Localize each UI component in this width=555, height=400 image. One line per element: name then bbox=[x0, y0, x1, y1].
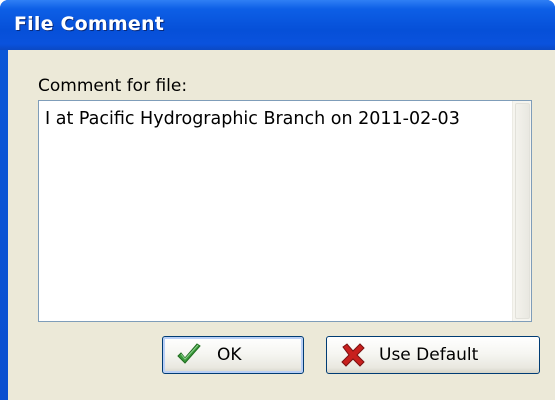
checkmark-icon bbox=[177, 343, 201, 364]
title-bar[interactable]: File Comment bbox=[0, 0, 555, 50]
comment-label: Comment for file: bbox=[38, 76, 188, 96]
ok-button[interactable]: OK bbox=[162, 336, 304, 374]
use-default-button[interactable]: Use Default bbox=[326, 336, 540, 374]
dialog-body: Comment for file: I at Pacific Hydrograp… bbox=[8, 50, 555, 400]
comment-text[interactable]: I at Pacific Hydrographic Branch on 2011… bbox=[45, 109, 507, 129]
ok-button-label: OK bbox=[217, 345, 242, 365]
vertical-scrollbar[interactable] bbox=[512, 101, 531, 321]
window-title: File Comment bbox=[14, 13, 164, 35]
scrollbar-thumb[interactable] bbox=[515, 103, 530, 319]
use-default-button-label: Use Default bbox=[379, 345, 479, 365]
red-x-icon bbox=[341, 343, 365, 367]
file-comment-dialog: File Comment Comment for file: I at Paci… bbox=[0, 0, 555, 400]
comment-textarea[interactable]: I at Pacific Hydrographic Branch on 2011… bbox=[38, 100, 532, 322]
